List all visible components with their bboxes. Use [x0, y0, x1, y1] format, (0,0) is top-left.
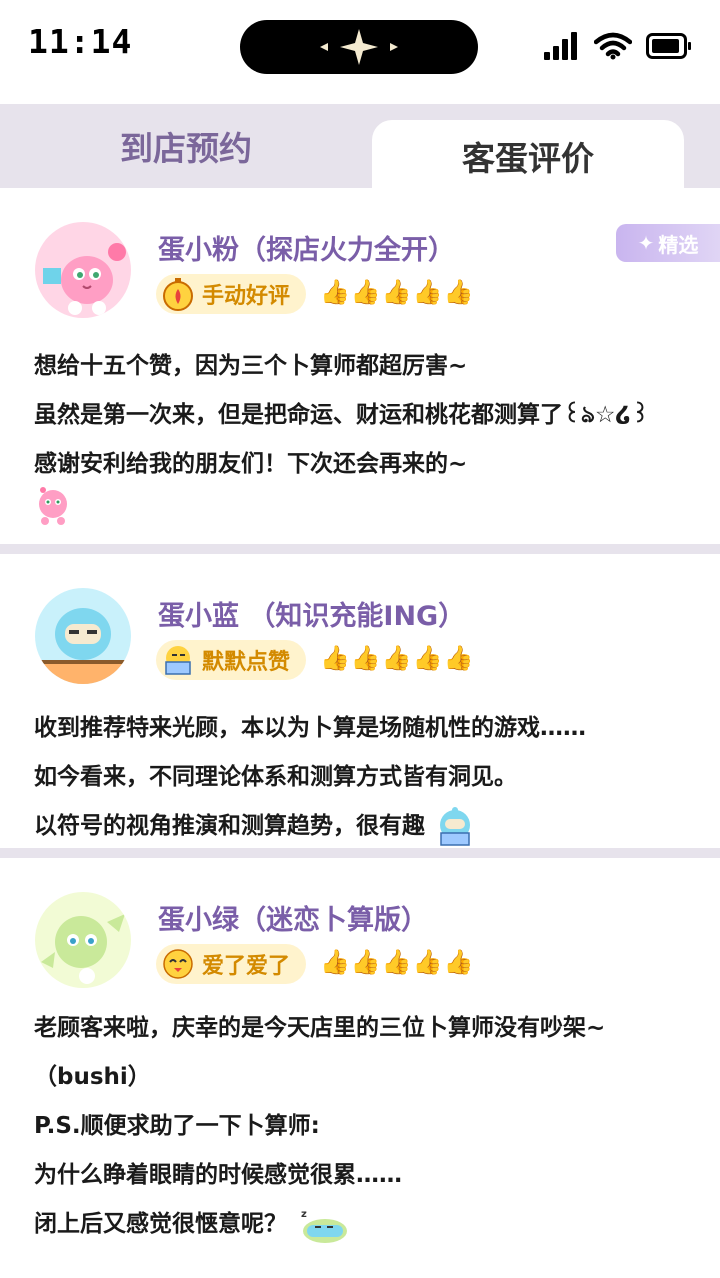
thumbs-up-icon: 👍 [350, 644, 381, 672]
thumbs-up-icon: 👍 [381, 278, 412, 306]
rating-badge-label: 爱了爱了 [202, 954, 291, 979]
divider [0, 544, 720, 554]
review-line: 如今看来，不同理论体系和测算方式皆有洞见。 [34, 764, 517, 790]
thumbs-up-icon: 👍 [443, 948, 474, 976]
review-line: 想给十五个赞，因为三个卜算师都超厉害~ [34, 353, 468, 379]
wifi-icon [594, 32, 632, 60]
status-bar: 11:14 [0, 0, 720, 100]
happy-chick-icon [163, 949, 193, 979]
thumbs-up-icon: 👍 [412, 278, 443, 306]
review-line: P.S.顺便求助了一下卜算师: [34, 1113, 320, 1139]
sparkle-icon [320, 29, 398, 65]
review-text: 收到推荐特来光顾，本以为卜算是场随机性的游戏…… 如今看来，不同理论体系和测算方… [34, 704, 586, 851]
tab-guest-reviews[interactable]: 客蛋评价 [372, 120, 684, 188]
review-line: 老顾客来啦，庆幸的是今天店里的三位卜算师没有吵架~ [34, 1015, 606, 1041]
review-card: 蛋小蓝 （知识充能ING） 默默点赞 👍 👍 👍 👍 👍 收到推荐特来光顾，本以为卜算是… [0, 554, 720, 848]
battery-icon [646, 33, 691, 59]
thumbs-up-icon: 👍 [381, 948, 412, 976]
thumbs-up-icon: 👍 [412, 644, 443, 672]
thumbs-rating: 👍 👍 👍 👍 👍 [320, 948, 473, 976]
dynamic-island [240, 20, 478, 74]
review-line: 为什么睁着眼睛的时候感觉很累…… [34, 1162, 402, 1188]
review-line: 闭上后又感觉很惬意呢？ z [34, 1200, 605, 1249]
review-text: 想给十五个赞，因为三个卜算师都超厉害~ 虽然是第一次来，但是把命运、财运和桃花都… [34, 342, 649, 489]
status-time: 11:14 [28, 22, 133, 61]
tab-store-booking[interactable]: 到店预约 [0, 104, 372, 188]
avatar-pink [35, 222, 131, 318]
thumbs-up-icon: 👍 [381, 644, 412, 672]
avatar-green [35, 892, 131, 988]
review-line-text: 以符号的视角推演和测算趋势，很有趣 [34, 813, 425, 839]
review-list: 蛋小粉（探店火力全开） ✦ 精选 手动好评 👍 👍 👍 👍 👍 想给十五个赞，因为三个卜… [0, 188, 720, 1278]
rating-badge: 默默点赞 [156, 640, 307, 680]
review-line: 虽然是第一次来，但是把命运、财运和桃花都测算了꒰ঌ☆໒꒱ [34, 402, 650, 428]
thumbs-rating: 👍 👍 👍 👍 👍 [320, 278, 473, 306]
review-line-text: 闭上后又感觉很惬意呢？ [34, 1211, 287, 1237]
review-card: 蛋小绿（迷恋卜算版） 爱了爱了 👍 👍 👍 👍 👍 老顾客来啦，庆幸的是今天店里的三位卜… [0, 858, 720, 1278]
svg-text:z: z [301, 1209, 307, 1220]
status-icons [544, 32, 692, 60]
review-line: 以符号的视角推演和测算趋势，很有趣 [34, 802, 586, 851]
reviewer-name: 蛋小粉（探店火力全开） [158, 235, 455, 266]
sparkle-icon: ✦ [637, 231, 655, 255]
rating-badge-label: 手动好评 [202, 284, 291, 309]
stopwatch-icon [163, 278, 193, 311]
thumbs-up-icon: 👍 [412, 948, 443, 976]
thumbs-rating: 👍 👍 👍 👍 👍 [320, 644, 473, 672]
rating-badge: 爱了爱了 [156, 944, 307, 984]
blue-egg-reading-sticker-icon [440, 806, 471, 846]
review-card: 蛋小粉（探店火力全开） ✦ 精选 手动好评 👍 👍 👍 👍 👍 想给十五个赞，因为三个卜… [0, 188, 720, 544]
thumbs-up-icon: 👍 [350, 948, 381, 976]
pink-egg-sticker-icon [39, 487, 67, 525]
featured-label: 精选 [658, 232, 699, 257]
reviewer-name: 蛋小绿（迷恋卜算版） [158, 905, 428, 936]
avatar-blue [35, 588, 131, 684]
sleeping-egg-sticker-icon: z [301, 1209, 348, 1243]
rating-badge-label: 默默点赞 [202, 650, 291, 675]
review-line: （bushi） [34, 1064, 151, 1090]
cellular-signal-icon [544, 32, 577, 60]
review-line: 收到推荐特来光顾，本以为卜算是场随机性的游戏…… [34, 715, 586, 741]
thumbs-up-icon: 👍 [320, 278, 350, 306]
thumbs-up-icon: 👍 [443, 278, 474, 306]
reading-chick-icon [165, 646, 191, 675]
thumbs-up-icon: 👍 [443, 644, 474, 672]
thumbs-up-icon: 👍 [320, 644, 350, 672]
thumbs-up-icon: 👍 [350, 278, 381, 306]
thumbs-up-icon: 👍 [320, 948, 350, 976]
review-text: 老顾客来啦，庆幸的是今天店里的三位卜算师没有吵架~ （bushi） P.S.顺便… [34, 1004, 605, 1249]
review-line: 感谢安利给我的朋友们！下次还会再来的~ [34, 451, 468, 477]
featured-badge: ✦ 精选 [616, 224, 720, 262]
reviewer-name: 蛋小蓝 （知识充能ING） [158, 601, 466, 632]
rating-badge: 手动好评 [156, 274, 307, 314]
tab-bar: 到店预约 客蛋评价 [0, 104, 720, 188]
